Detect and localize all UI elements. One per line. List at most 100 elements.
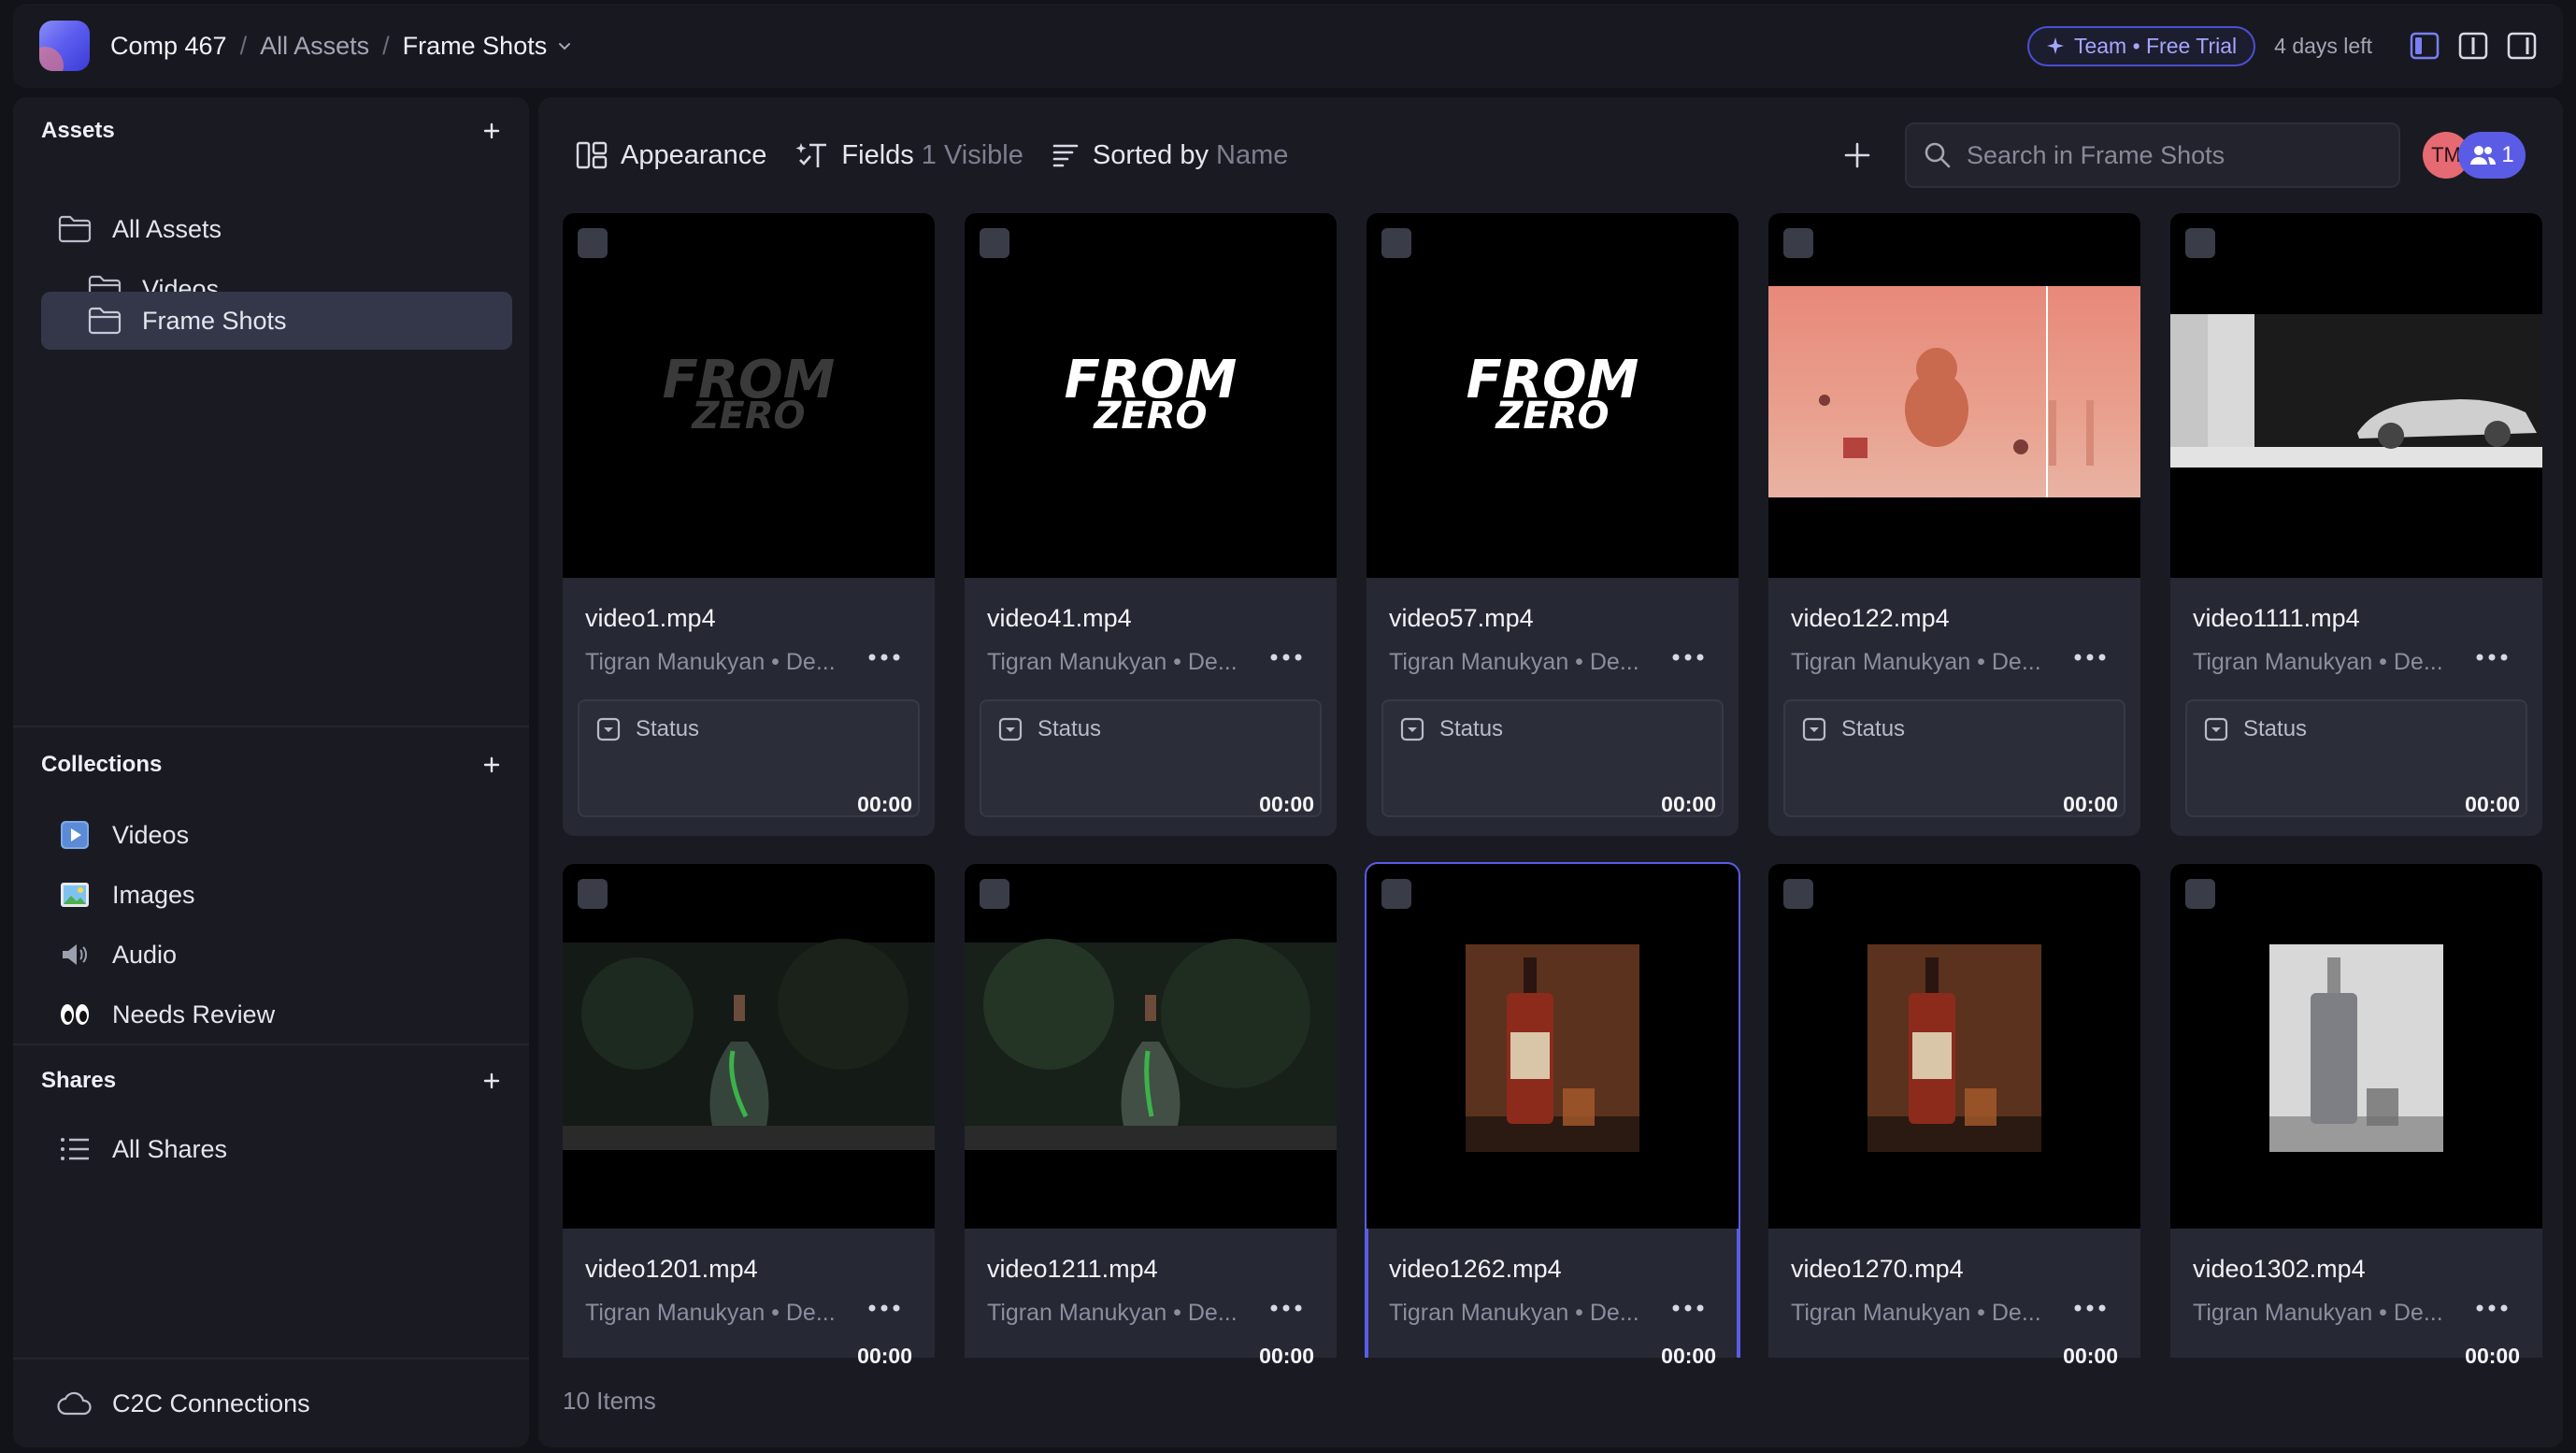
asset-card[interactable]: FROM ZERO 00:00 video41.mp4 Tigran Manuky…	[965, 213, 1337, 836]
video-thumbnail[interactable]	[2170, 864, 2542, 1229]
appearance-button[interactable]: Appearance	[576, 140, 766, 171]
video-thumbnail[interactable]	[1367, 864, 1739, 1229]
days-left-text: 4 days left	[2274, 33, 2372, 58]
main-panel: Appearance Fields 1 Visible Sorted by Na…	[538, 97, 2563, 1447]
asset-title[interactable]: video1262.mp4	[1389, 1255, 1562, 1284]
left-panel-toggle-icon[interactable]	[2410, 31, 2440, 61]
add-item-icon[interactable]	[1843, 141, 1871, 169]
more-options-icon[interactable]	[2475, 653, 2509, 662]
asset-title[interactable]: video1302.mp4	[2193, 1255, 2366, 1284]
asset-card[interactable]: FROM ZERO 00:00 video1.mp4 Tigran Manukya…	[563, 213, 935, 836]
asset-title[interactable]: video57.mp4	[1389, 604, 1534, 633]
select-checkbox[interactable]	[980, 879, 1009, 909]
asset-title[interactable]: video1270.mp4	[1791, 1255, 1964, 1284]
select-checkbox[interactable]	[1381, 228, 1411, 258]
white-car-scene-image	[2170, 314, 2542, 468]
asset-meta: Tigran Manukyan • De...	[987, 1300, 1238, 1326]
list-icon	[56, 1136, 93, 1162]
sidebar-item-collection-images[interactable]: Images	[41, 866, 512, 924]
select-checkbox[interactable]	[578, 879, 608, 909]
trial-badge[interactable]: Team • Free Trial	[2026, 25, 2256, 66]
sidebar-item-all-shares[interactable]: All Shares	[41, 1120, 512, 1178]
select-checkbox[interactable]	[980, 228, 1009, 258]
video-thumbnail[interactable]: FROM ZERO	[965, 213, 1337, 578]
picture-emoji-icon	[56, 880, 93, 910]
asset-title[interactable]: video1211.mp4	[987, 1255, 1158, 1284]
members-count: 1	[2501, 142, 2514, 167]
fields-button[interactable]: Fields 1 Visible	[794, 139, 1023, 171]
members-avatars[interactable]: TM 1	[2423, 132, 2526, 179]
more-options-icon[interactable]	[1671, 653, 1705, 662]
video-duration: 00:00	[2465, 792, 2520, 816]
fields-count: 1 Visible	[921, 139, 1023, 170]
add-asset-folder-icon[interactable]	[482, 122, 501, 140]
video-thumbnail[interactable]	[1768, 213, 2140, 578]
video-duration: 00:00	[2063, 1344, 2118, 1368]
asset-meta: Tigran Manukyan • De...	[2193, 1300, 2443, 1326]
asset-card[interactable]: 00:00 video122.mp4 Tigran Manukyan • De.…	[1768, 213, 2140, 836]
breadcrumb-all-assets[interactable]: All Assets	[260, 32, 369, 61]
asset-title[interactable]: video1201.mp4	[585, 1255, 758, 1284]
add-collection-icon[interactable]	[482, 755, 501, 774]
more-options-icon[interactable]	[1269, 653, 1303, 662]
sidebar-item-all-assets[interactable]: All Assets	[41, 200, 512, 258]
asset-card[interactable]: 00:00 video1111.mp4 Tigran Manukyan • De…	[2170, 213, 2542, 836]
asset-card[interactable]: FROM ZERO 00:00 video57.mp4 Tigran Manuky…	[1367, 213, 1739, 836]
video-thumbnail[interactable]	[2170, 213, 2542, 578]
add-share-icon[interactable]	[482, 1072, 501, 1090]
select-checkbox[interactable]	[2185, 228, 2215, 258]
item-count: 10 Items	[563, 1387, 656, 1415]
video-thumbnail[interactable]	[965, 864, 1337, 1229]
sidebar-item-frame-shots[interactable]: Frame Shots	[41, 292, 512, 350]
appearance-label: Appearance	[621, 139, 767, 170]
select-checkbox[interactable]	[1783, 879, 1813, 909]
asset-title[interactable]: video1111.mp4	[2193, 604, 2360, 633]
search-field[interactable]	[1905, 122, 2400, 188]
select-checkbox[interactable]	[1381, 879, 1411, 909]
more-options-icon[interactable]	[2073, 653, 2107, 662]
app-logo[interactable]	[39, 21, 90, 71]
select-checkbox[interactable]	[1783, 228, 1813, 258]
asset-card[interactable]: 00:00 video1211.mp4 Tigran Manukyan • De…	[965, 864, 1337, 1388]
collections-section-header: Collections	[41, 752, 501, 778]
asset-card[interactable]: 00:00 video1302.mp4 Tigran Manukyan • De…	[2170, 864, 2542, 1388]
sort-lines-icon	[1052, 142, 1080, 168]
more-options-icon[interactable]	[2073, 1303, 2107, 1313]
video-duration: 00:00	[1661, 1344, 1716, 1368]
select-checkbox[interactable]	[2185, 879, 2215, 909]
select-checkbox[interactable]	[578, 228, 608, 258]
sidebar-item-collection-videos[interactable]: Videos	[41, 806, 512, 864]
sort-button[interactable]: Sorted by Name	[1052, 140, 1288, 171]
center-panel-toggle-icon[interactable]	[2458, 31, 2488, 61]
sidebar-item-collection-needs-review[interactable]: Needs Review	[41, 985, 512, 1043]
video-thumbnail[interactable]	[1768, 864, 2140, 1229]
video-thumbnail[interactable]: FROM ZERO	[563, 213, 935, 578]
more-options-icon[interactable]	[1269, 1303, 1303, 1313]
asset-title[interactable]: video1.mp4	[585, 604, 716, 633]
search-input[interactable]	[1967, 140, 2378, 170]
chevron-down-icon[interactable]	[556, 37, 573, 54]
shares-section-header: Shares	[41, 1068, 501, 1094]
asset-title[interactable]: video41.mp4	[987, 604, 1132, 633]
layout-grid-icon	[576, 140, 608, 170]
more-options-icon[interactable]	[2475, 1303, 2509, 1313]
members-count-badge[interactable]: 1	[2458, 132, 2526, 179]
breadcrumb-current[interactable]: Frame Shots	[403, 32, 548, 61]
sidebar-item-c2c-connections[interactable]: C2C Connections	[41, 1374, 512, 1432]
asset-card[interactable]: 00:00 video1201.mp4 Tigran Manukyan • De…	[563, 864, 935, 1388]
right-panel-toggle-icon[interactable]	[2507, 31, 2537, 61]
video-thumbnail[interactable]	[563, 864, 935, 1229]
more-options-icon[interactable]	[867, 653, 901, 662]
asset-card-selected[interactable]: 00:00 video1262.mp4 Tigran Manukyan • De…	[1365, 862, 1740, 1389]
sidebar-item-collection-audio[interactable]: Audio	[41, 926, 512, 984]
assets-section-title: Assets	[41, 118, 115, 143]
asset-meta: Tigran Manukyan • De...	[1389, 649, 1639, 675]
breadcrumb-workspace[interactable]: Comp 467	[110, 32, 227, 61]
video-thumbnail[interactable]: FROM ZERO	[1367, 213, 1739, 578]
asset-title[interactable]: video122.mp4	[1791, 604, 1950, 633]
from-zero-logo: FROM ZERO	[662, 349, 836, 439]
asset-card[interactable]: 00:00 video1270.mp4 Tigran Manukyan • De…	[1768, 864, 2140, 1388]
more-options-icon[interactable]	[1671, 1303, 1705, 1313]
glass-bottle-scene-image	[563, 939, 935, 1150]
more-options-icon[interactable]	[867, 1303, 901, 1313]
